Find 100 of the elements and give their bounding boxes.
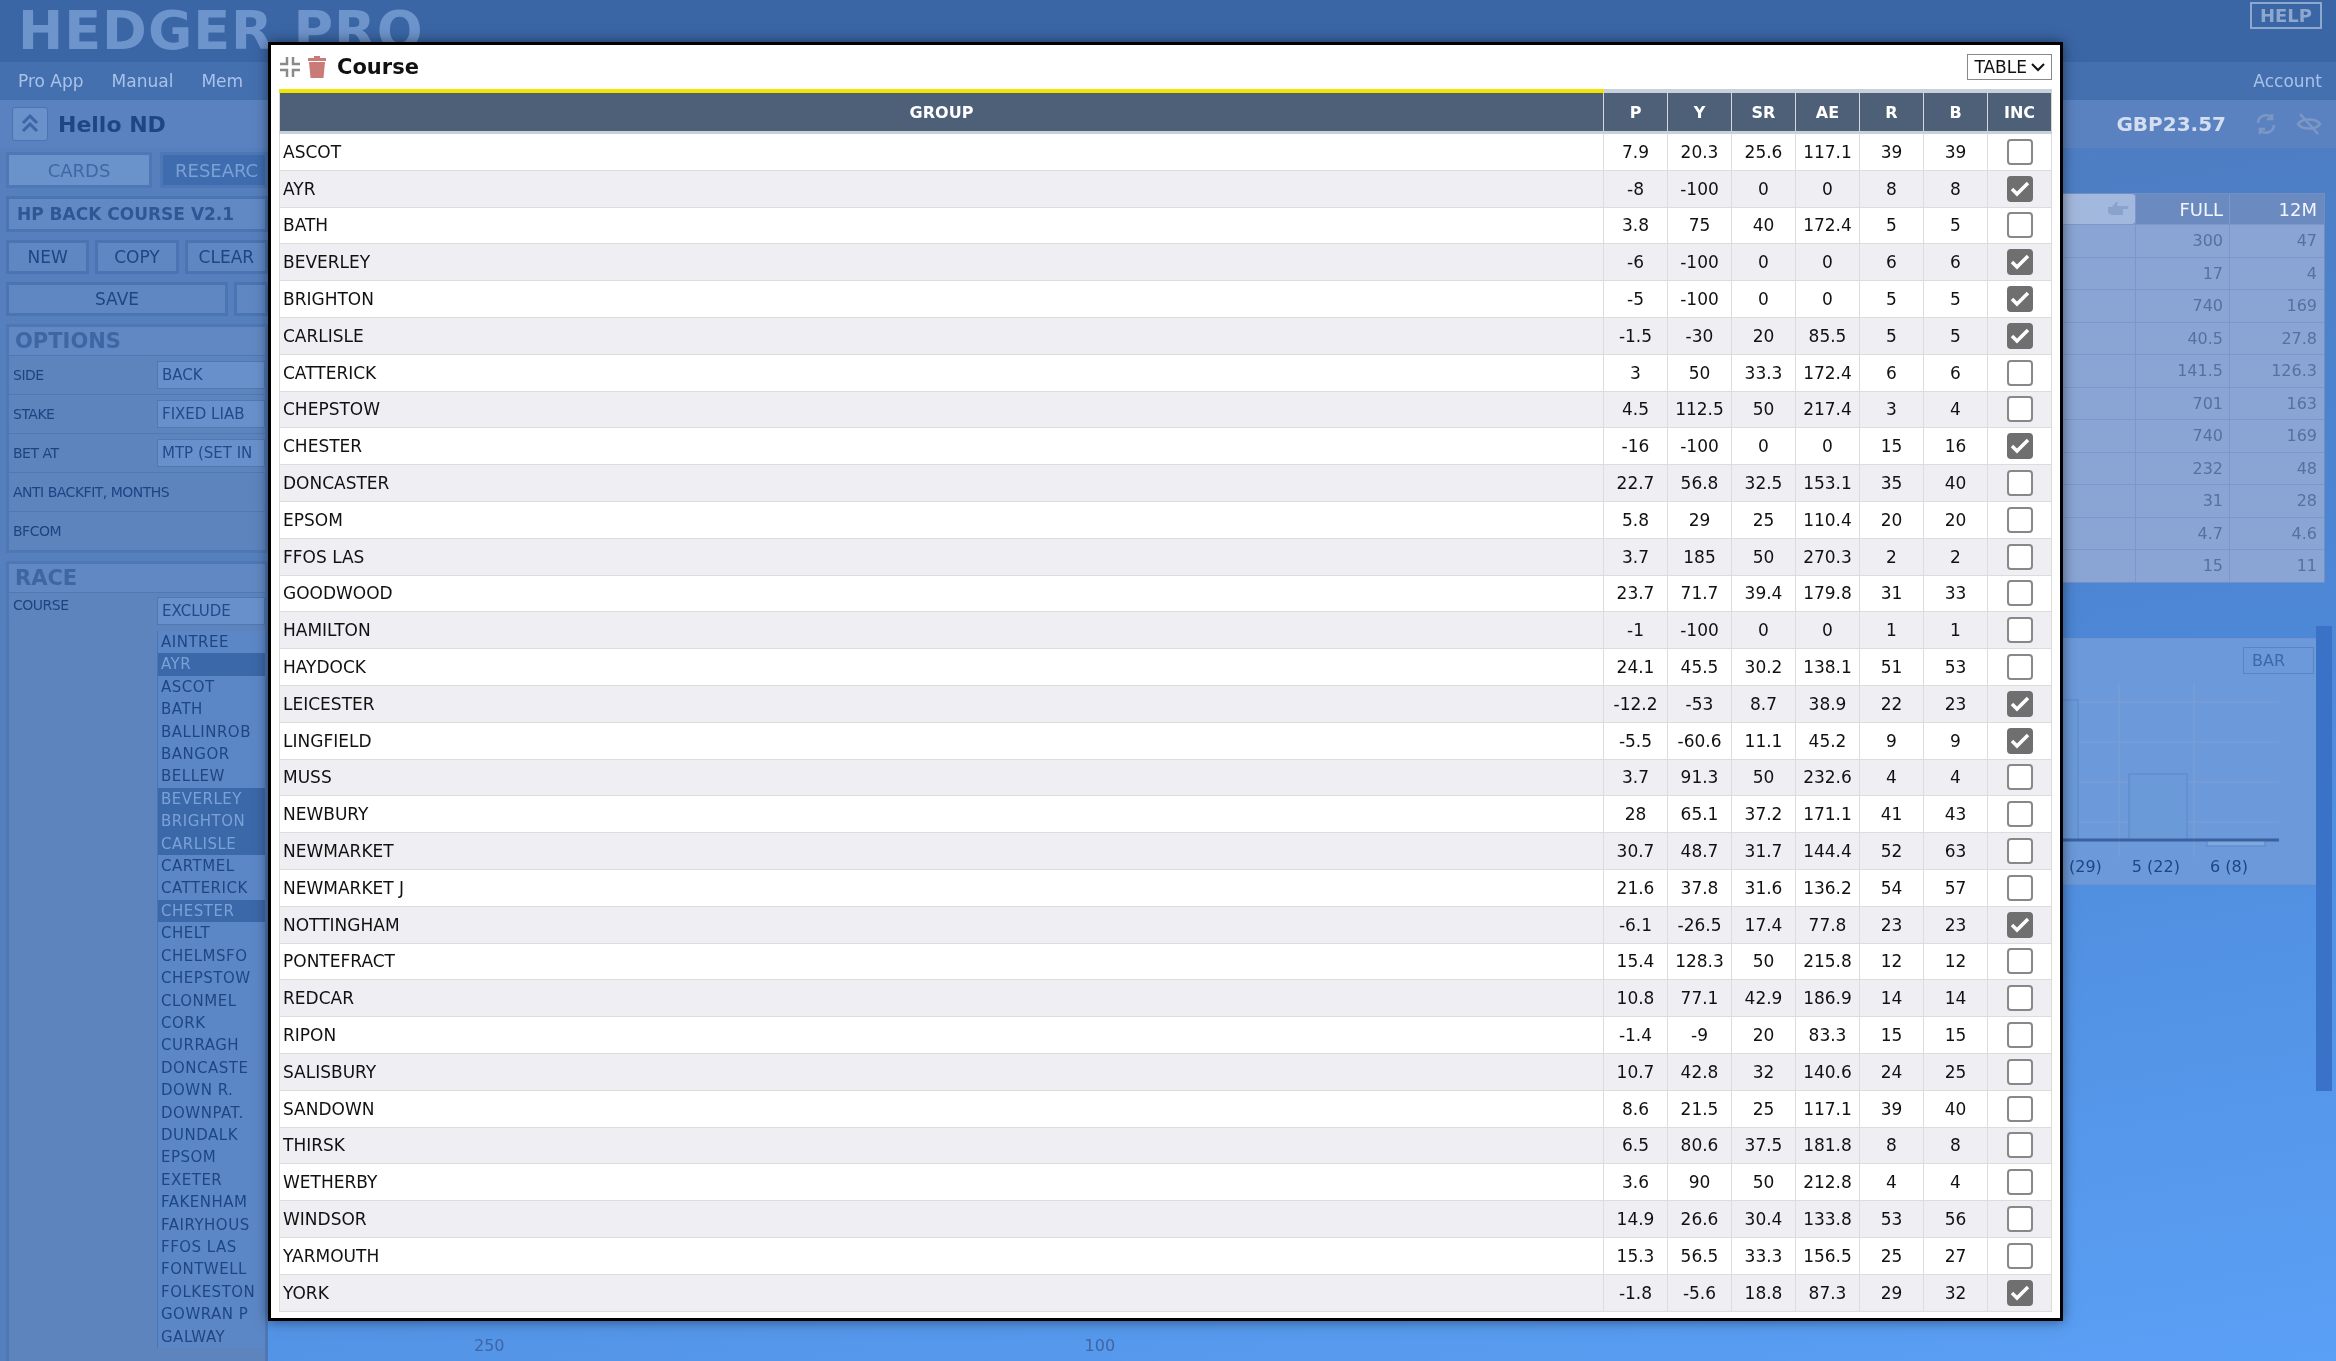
table-cell: 52 — [1859, 832, 1924, 870]
course-option[interactable]: DOWNPAT. — [158, 1101, 265, 1124]
course-option[interactable]: ASCOT — [158, 675, 265, 699]
course-option[interactable]: CLONMEL — [158, 989, 265, 1012]
include-checkbox[interactable] — [2006, 138, 2033, 165]
include-checkbox[interactable] — [2006, 948, 2033, 975]
course-option[interactable]: BRIGHTON — [158, 810, 265, 833]
include-checkbox[interactable] — [2006, 212, 2033, 239]
button-edge[interactable] — [234, 282, 268, 316]
action-button[interactable]: NEW — [6, 240, 90, 274]
course-option[interactable]: CHELMSFO — [158, 944, 265, 968]
nav-link[interactable]: Mem — [201, 71, 244, 91]
course-option[interactable]: FONTWELL — [158, 1258, 265, 1281]
include-checkbox[interactable] — [2006, 396, 2033, 423]
course-option[interactable]: CHELT — [158, 922, 265, 945]
action-button[interactable]: CLEAR — [184, 240, 268, 274]
view-select[interactable]: TABLE — [1967, 54, 2052, 80]
course-option[interactable]: BEVERLEY — [158, 787, 265, 811]
course-option[interactable]: FAIRYHOUS — [158, 1213, 265, 1236]
course-option[interactable]: CARLISLE — [158, 832, 265, 856]
option-select[interactable]: MTP (SET IN — [157, 439, 265, 467]
course-option[interactable]: BANGOR — [158, 743, 265, 766]
column-header[interactable]: R — [1859, 91, 1924, 133]
trash-icon[interactable] — [307, 55, 327, 79]
include-checkbox[interactable] — [2006, 690, 2033, 717]
include-checkbox[interactable] — [2006, 764, 2033, 791]
column-header[interactable]: P — [1603, 91, 1668, 133]
table-cell: 117.1 — [1795, 132, 1860, 171]
include-checkbox[interactable] — [2006, 1242, 2033, 1269]
table-cell: -5.5 — [1603, 722, 1668, 760]
course-option[interactable]: FOLKESTON — [158, 1280, 265, 1304]
table-cell: 32 — [1731, 1053, 1796, 1091]
course-option[interactable]: CARTMEL — [158, 855, 265, 878]
option-select[interactable]: BACK — [157, 361, 265, 389]
nav-link[interactable]: Pro App — [18, 71, 84, 91]
include-checkbox[interactable] — [2006, 506, 2033, 533]
collapse-icon[interactable] — [279, 56, 301, 78]
nav-link[interactable]: Manual — [111, 71, 174, 91]
table-cell: 8.7 — [1731, 685, 1796, 723]
include-checkbox[interactable] — [2006, 470, 2033, 497]
include-checkbox[interactable] — [2006, 1169, 2033, 1196]
column-header[interactable]: FULL — [2135, 194, 2229, 224]
action-button[interactable]: COPY — [95, 240, 179, 274]
include-checkbox[interactable] — [2006, 617, 2033, 644]
include-checkbox[interactable] — [2006, 801, 2033, 828]
include-checkbox[interactable] — [2006, 249, 2033, 276]
collapse-button[interactable] — [12, 107, 48, 141]
include-checkbox[interactable] — [2006, 1022, 2033, 1048]
course-option[interactable]: BELLEW — [158, 765, 265, 788]
column-header[interactable]: B — [1923, 91, 1988, 133]
include-checkbox[interactable] — [2006, 838, 2033, 865]
course-option[interactable]: FAKENHAM — [158, 1191, 265, 1214]
include-checkbox[interactable] — [2006, 175, 2033, 202]
include-checkbox[interactable] — [2006, 433, 2033, 460]
course-option[interactable]: CHEPSTOW — [158, 967, 265, 990]
course-option[interactable]: DUNDALK — [158, 1123, 265, 1147]
scrollbar[interactable] — [2316, 626, 2332, 1091]
course-option[interactable]: AINTREE — [158, 631, 265, 654]
include-checkbox[interactable] — [2006, 874, 2033, 901]
course-option[interactable]: DONCASTE — [158, 1056, 265, 1080]
help-button[interactable]: HELP — [2249, 2, 2322, 29]
include-checkbox[interactable] — [2006, 1206, 2033, 1232]
course-option[interactable]: CORK — [158, 1011, 265, 1035]
course-option[interactable]: EXETER — [158, 1168, 265, 1192]
include-checkbox[interactable] — [2006, 359, 2033, 386]
column-header[interactable]: SR — [1731, 91, 1796, 133]
include-checkbox[interactable] — [2006, 727, 2033, 754]
option-select[interactable]: FIXED LIAB — [157, 400, 265, 428]
course-option[interactable]: FFOS LAS — [158, 1235, 265, 1259]
column-header[interactable]: Y — [1667, 91, 1732, 133]
column-header[interactable]: GROUP — [279, 91, 1604, 133]
sidebar-tab[interactable]: RESEARC — [160, 152, 268, 188]
include-checkbox[interactable] — [2006, 1279, 2033, 1306]
include-checkbox[interactable] — [2006, 985, 2033, 1012]
include-checkbox[interactable] — [2006, 286, 2033, 313]
include-checkbox[interactable] — [2006, 1132, 2033, 1159]
course-option[interactable]: GALWAY — [158, 1325, 265, 1348]
include-checkbox[interactable] — [2006, 654, 2033, 681]
include-checkbox[interactable] — [2006, 911, 2033, 938]
include-checkbox[interactable] — [2006, 580, 2033, 607]
column-header[interactable]: 12M — [2229, 194, 2323, 224]
include-checkbox[interactable] — [2006, 543, 2033, 570]
course-option[interactable]: CURRAGH — [158, 1034, 265, 1057]
course-option[interactable]: BALLINROB — [158, 720, 265, 744]
course-option[interactable]: CHESTER — [158, 899, 265, 923]
course-option[interactable]: CATTERICK — [158, 877, 265, 900]
column-header[interactable]: AE — [1795, 91, 1860, 133]
column-header[interactable]: INC — [1987, 91, 2052, 133]
save-button[interactable]: SAVE — [6, 282, 228, 316]
course-option[interactable]: EPSOM — [158, 1146, 265, 1169]
course-option[interactable]: DOWN R. — [158, 1079, 265, 1102]
account-link[interactable]: Account — [2253, 71, 2322, 91]
include-checkbox[interactable] — [2006, 322, 2033, 349]
course-option[interactable]: BATH — [158, 698, 265, 721]
course-mode-select[interactable]: EXCLUDE — [157, 597, 265, 625]
course-option[interactable]: AYR — [158, 653, 265, 676]
course-option[interactable]: GOWRAN P — [158, 1303, 265, 1326]
include-checkbox[interactable] — [2006, 1095, 2033, 1122]
include-checkbox[interactable] — [2006, 1058, 2033, 1085]
table-cell: WINDSOR — [279, 1200, 1604, 1238]
